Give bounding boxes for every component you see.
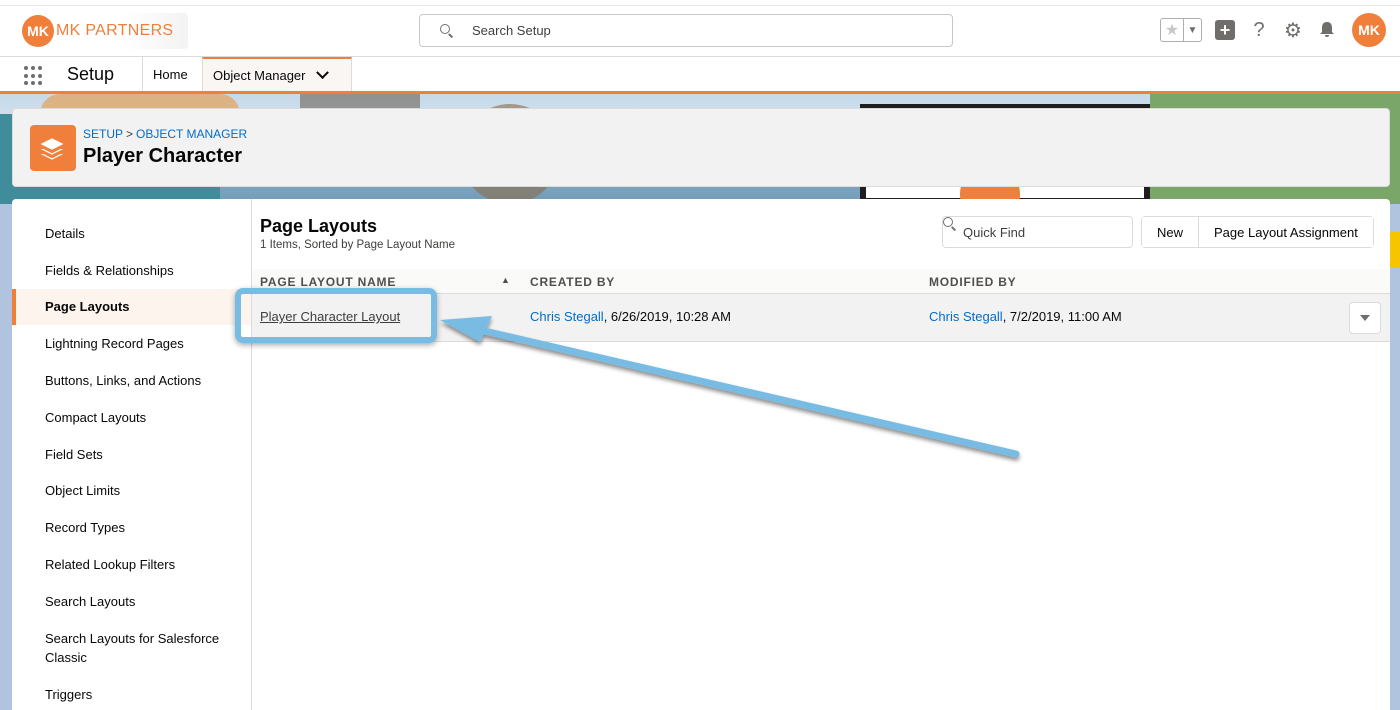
sidebar-item-label: Fields & Relationships [45,262,174,278]
sidebar-item-search-layouts[interactable]: Search Layouts [12,583,251,620]
tab-object-manager[interactable]: Object Manager [202,57,352,91]
sidebar-item-label: Object Limits [45,483,121,499]
sidebar-item-label: Field Sets [45,446,103,462]
breadcrumb: SETUP > OBJECT MANAGER [83,127,247,141]
sidebar-item-details[interactable]: Details [12,215,251,252]
chevron-down-icon[interactable] [315,65,329,79]
sidebar-item-triggers[interactable]: Triggers [12,676,251,710]
main-panel: Details Fields & Relationships Page Layo… [12,199,1390,710]
sidebar-item-search-layouts-classic[interactable]: Search Layouts for Salesforce Classic [12,620,251,676]
sidebar-item-label: Page Layouts [45,299,130,315]
gear-icon[interactable]: ⚙ [1282,19,1304,42]
tab-home-label: Home [153,66,188,82]
sidebar-item-label: Search Layouts [45,593,136,609]
quick-find[interactable] [942,216,1133,248]
sidebar-item-field-sets[interactable]: Field Sets [12,436,251,473]
chevron-down-icon [1360,315,1370,321]
action-buttons: New Page Layout Assignment [1141,216,1374,248]
sidebar-item-record-types[interactable]: Record Types [12,509,251,546]
quick-find-input[interactable] [963,224,1113,240]
logo-mark: MK [22,15,54,47]
created-by-date: , 6/26/2019, 10:28 AM [603,309,731,324]
sidebar-item-label: Record Types [45,520,125,536]
sidebar-item-lightning-record-pages[interactable]: Lightning Record Pages [12,325,251,362]
page-title: Player Character [83,145,242,167]
sidebar-item-label: Lightning Record Pages [45,336,184,352]
edge-decoration [1390,232,1400,268]
new-button[interactable]: New [1142,217,1199,247]
header-icons: ★ ▼ + ? ⚙ MK [1160,12,1386,48]
top-strip [0,0,1400,6]
help-icon[interactable]: ? [1248,19,1270,41]
context-bar: Setup Home Object Manager [0,57,1400,94]
object-header: SETUP > OBJECT MANAGER Player Character [12,108,1390,187]
sidebar-item-object-limits[interactable]: Object Limits [12,473,251,510]
section-title: Page Layouts [260,216,378,236]
page-layout-assignment-button[interactable]: Page Layout Assignment [1198,217,1373,247]
column-header-name[interactable]: PAGE LAYOUT NAME [260,275,396,289]
sidebar-item-label: Related Lookup Filters [45,557,176,573]
breadcrumb-object-manager[interactable]: OBJECT MANAGER [136,127,247,141]
created-by-cell: Chris Stegall, 6/26/2019, 10:28 AM [530,309,731,324]
app-name: Setup [67,64,115,84]
bell-icon[interactable] [1316,19,1338,41]
plus-icon: + [1215,20,1235,40]
sidebar-item-related-lookup-filters[interactable]: Related Lookup Filters [12,546,251,583]
sidebar-item-label: Triggers [45,686,93,702]
row-actions-button[interactable] [1349,302,1381,334]
global-search[interactable] [419,14,953,47]
sidebar-item-page-layouts[interactable]: Page Layouts [12,288,251,326]
sidebar-item-fields-relationships[interactable]: Fields & Relationships [12,252,251,289]
breadcrumb-setup[interactable]: SETUP [83,127,123,141]
tab-object-manager-label: Object Manager [213,67,306,83]
sidebar-item-label: Search Layouts for Salesforce Classic [45,630,220,665]
modified-by-cell: Chris Stegall, 7/2/2019, 11:00 AM [929,309,1122,324]
created-by-user-link[interactable]: Chris Stegall [530,309,604,324]
sidebar: Details Fields & Relationships Page Layo… [12,199,252,710]
column-header-modified-by[interactable]: MODIFIED BY [929,275,1016,289]
global-header: MK MK PARTNERS ★ ▼ + ? ⚙ MK [0,0,1400,57]
annotation-highlight-box [235,288,437,343]
search-icon [440,23,454,38]
tab-home[interactable]: Home [142,57,198,91]
search-input[interactable] [472,23,912,38]
logo-text: MK PARTNERS [56,22,174,39]
sidebar-item-label: Compact Layouts [45,409,147,425]
star-icon[interactable]: ★ [1161,19,1183,41]
section-subtitle: 1 Items, Sorted by Page Layout Name [260,239,455,251]
org-logo[interactable]: MK MK PARTNERS [18,13,188,49]
content-area: Page Layouts 1 Items, Sorted by Page Lay… [252,199,1390,710]
avatar[interactable]: MK [1352,13,1386,47]
modified-by-date: , 7/2/2019, 11:00 AM [1002,309,1122,324]
sort-ascending-icon[interactable]: ▲ [501,275,510,285]
sidebar-item-label: Buttons, Links, and Actions [45,373,202,389]
dropdown-icon[interactable]: ▼ [1183,19,1201,41]
breadcrumb-separator: > [126,127,134,141]
modified-by-user-link[interactable]: Chris Stegall [929,309,1003,324]
column-header-created-by[interactable]: CREATED BY [530,275,615,289]
sidebar-item-buttons-links-actions[interactable]: Buttons, Links, and Actions [12,362,251,399]
sidebar-item-compact-layouts[interactable]: Compact Layouts [12,399,251,436]
layers-icon [30,125,76,171]
app-launcher-icon[interactable] [24,66,46,86]
global-actions-button[interactable]: + [1214,19,1236,41]
sidebar-item-label: Details [45,225,85,241]
favorites-group: ★ ▼ [1160,18,1202,42]
